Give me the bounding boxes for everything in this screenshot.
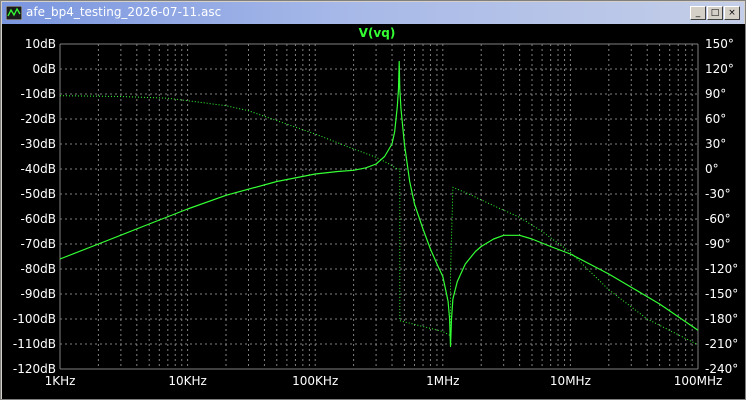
y-left-tick-label: -50dB bbox=[21, 187, 56, 201]
y-left-tick-label: -60dB bbox=[21, 212, 56, 226]
y-right-tick-label: 30° bbox=[705, 137, 726, 151]
y-left-tick-label: -70dB bbox=[21, 237, 56, 251]
y-right-tick-label: 0° bbox=[705, 162, 719, 176]
y-left-tick-label: 0dB bbox=[33, 62, 56, 76]
y-left-tick-label: -80dB bbox=[21, 262, 56, 276]
x-tick-label: 10KHz bbox=[168, 374, 206, 388]
magnitude-trace[interactable] bbox=[59, 60, 699, 348]
y-right-tick-label: -30° bbox=[705, 187, 731, 201]
y-right-tick-label: -180° bbox=[705, 312, 738, 326]
minimize-button[interactable]: _ bbox=[690, 6, 706, 20]
bode-plot[interactable]: 10dB 0dB -10dB -20dB -30dB -40dB -50dB -60dB -70… bbox=[2, 24, 745, 399]
y-left-tick-label: -20dB bbox=[21, 112, 56, 126]
window-title: afe_bp4_testing_2026-07-11.asc bbox=[26, 5, 222, 19]
y-left-tick-label: -40dB bbox=[21, 162, 56, 176]
y-left-tick-label: -90dB bbox=[21, 287, 56, 301]
y-right-tick-label: -60° bbox=[705, 212, 731, 226]
grid bbox=[59, 43, 699, 370]
x-tick-label: 1MHz bbox=[426, 374, 459, 388]
y-left-tick-label: -100dB bbox=[13, 312, 56, 326]
x-tick-label: 10MHz bbox=[550, 374, 591, 388]
app-window: afe_bp4_testing_2026-07-11.asc _ □ × 10d… bbox=[0, 0, 746, 400]
x-tick-label: 100MHz bbox=[674, 374, 723, 388]
close-button[interactable]: × bbox=[724, 6, 740, 20]
y-right-tick-label: 60° bbox=[705, 112, 726, 126]
tick-labels: 10dB 0dB -10dB -20dB -30dB -40dB -50dB -60dB -70… bbox=[13, 37, 738, 388]
y-right-tick-label: -90° bbox=[705, 237, 731, 251]
waveform-app-icon bbox=[6, 6, 22, 20]
y-left-tick-label: 10dB bbox=[25, 37, 56, 51]
y-right-tick-label: 120° bbox=[705, 62, 734, 76]
plot-area[interactable]: 10dB 0dB -10dB -20dB -30dB -40dB -50dB -60dB -70… bbox=[2, 24, 745, 399]
y-left-tick-label: -10dB bbox=[21, 87, 56, 101]
y-right-tick-label: -210° bbox=[705, 337, 738, 351]
traces bbox=[59, 60, 699, 348]
y-right-tick-label: -150° bbox=[705, 287, 738, 301]
y-left-tick-label: -110dB bbox=[13, 337, 56, 351]
y-right-tick-label: 90° bbox=[705, 87, 726, 101]
x-tick-label: 1KHz bbox=[45, 374, 76, 388]
restore-button[interactable]: □ bbox=[707, 6, 723, 20]
title-bar[interactable]: afe_bp4_testing_2026-07-11.asc _ □ × bbox=[2, 2, 744, 24]
phase-trace[interactable] bbox=[59, 95, 699, 346]
y-right-tick-label: 150° bbox=[705, 37, 734, 51]
y-right-tick-label: -120° bbox=[705, 262, 738, 276]
trace-title[interactable]: V(vq) bbox=[359, 26, 396, 40]
x-tick-label: 100KHz bbox=[292, 374, 338, 388]
y-left-tick-label: -30dB bbox=[21, 137, 56, 151]
